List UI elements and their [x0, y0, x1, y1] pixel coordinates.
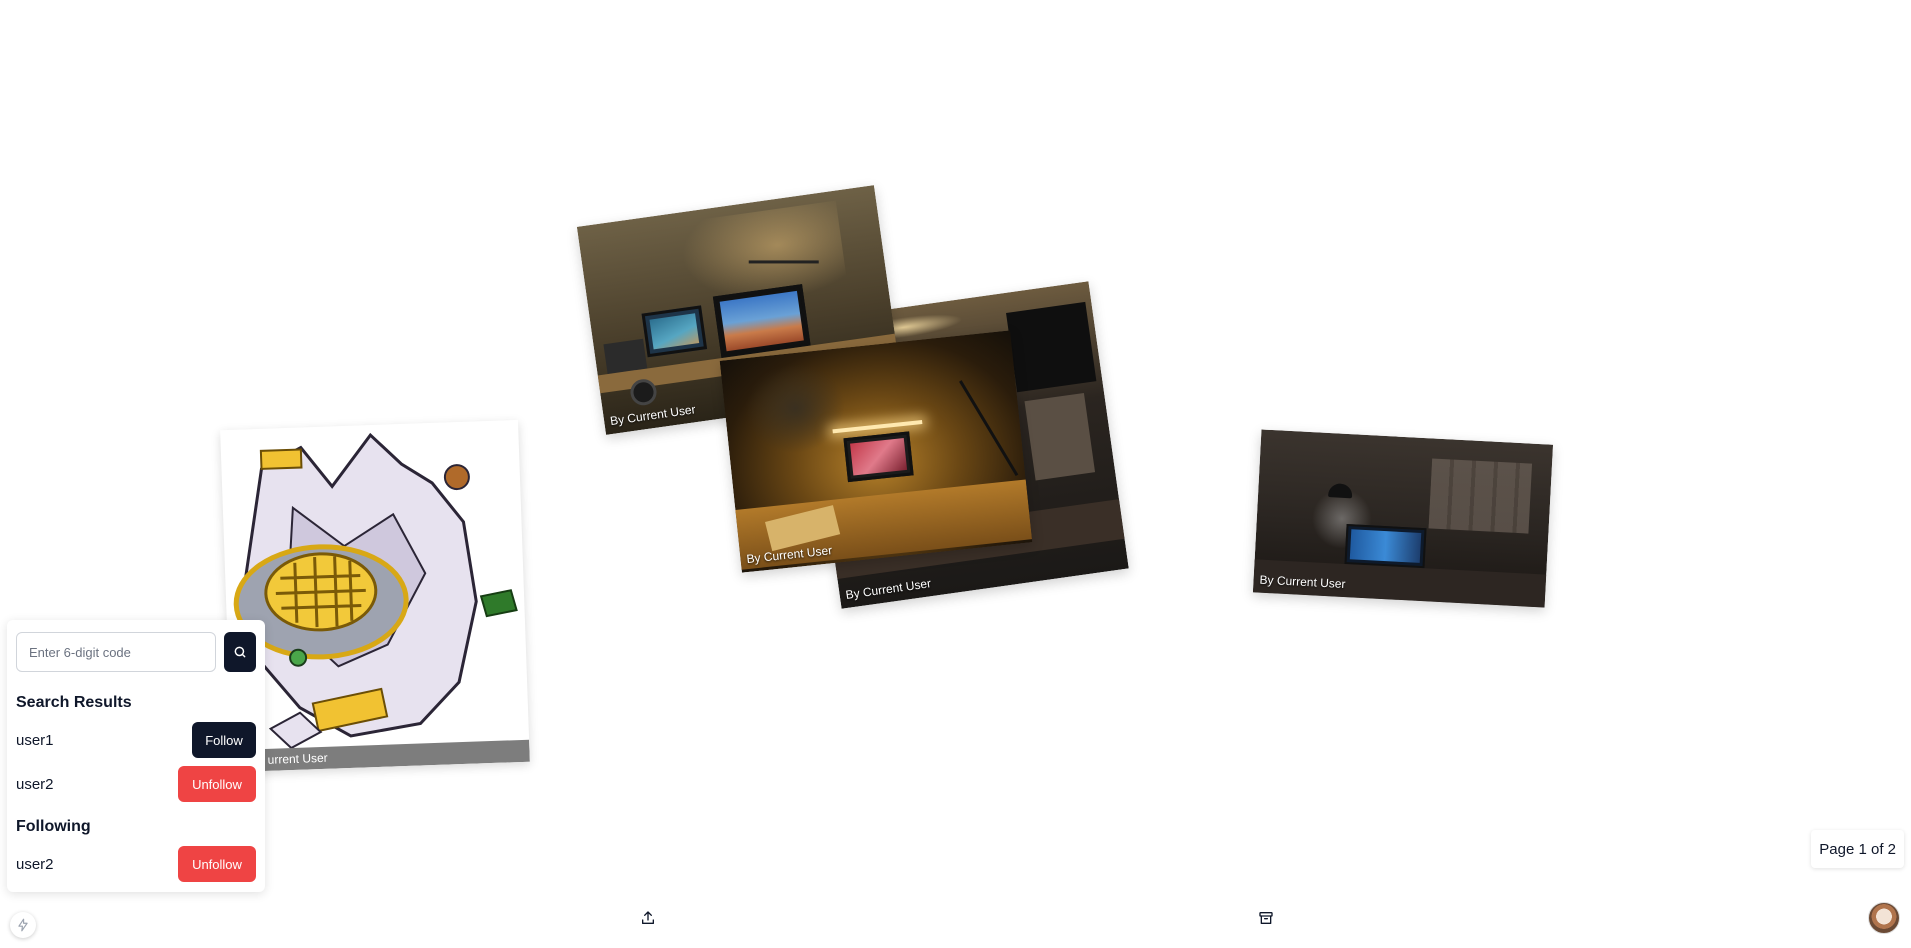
archive-button[interactable] — [1255, 907, 1277, 929]
search-result-row: user1 Follow — [16, 722, 256, 758]
page-indicator: Page 1 of 2 — [1811, 830, 1904, 868]
search-row — [16, 632, 256, 672]
follow-panel: Search Results user1 Follow user2 Unfoll… — [7, 620, 265, 892]
following-heading: Following — [16, 818, 91, 835]
code-search-input[interactable] — [16, 632, 216, 672]
photo-caption: urrent User — [267, 750, 328, 767]
user-name: user2 — [16, 855, 54, 873]
bolt-button[interactable] — [10, 912, 36, 938]
search-icon — [234, 646, 246, 658]
following-row: user2 Unfollow — [16, 846, 256, 882]
photo-card-lamp-desk[interactable]: By Current User — [719, 330, 1033, 573]
search-button[interactable] — [224, 632, 256, 672]
photo-card-night-desk[interactable]: By Current User — [1252, 429, 1554, 608]
upload-button[interactable] — [637, 907, 659, 929]
user-name: user1 — [16, 731, 54, 749]
photo-card-illustration[interactable]: urrent User — [220, 419, 530, 773]
search-results-heading: Search Results — [16, 694, 132, 711]
unfollow-button[interactable]: Unfollow — [178, 846, 256, 882]
photo-board: By Current User By Current User By Curre… — [0, 0, 1911, 948]
bolt-icon — [18, 918, 28, 932]
follow-button[interactable]: Follow — [192, 722, 256, 758]
unfollow-button[interactable]: Unfollow — [178, 766, 256, 802]
archive-icon — [1259, 912, 1273, 924]
search-result-row: user2 Unfollow — [16, 766, 256, 802]
user-name: user2 — [16, 775, 54, 793]
photo-image — [719, 330, 1033, 573]
illustration-image — [233, 432, 518, 750]
upload-icon — [642, 911, 654, 924]
user-avatar[interactable] — [1868, 902, 1900, 934]
